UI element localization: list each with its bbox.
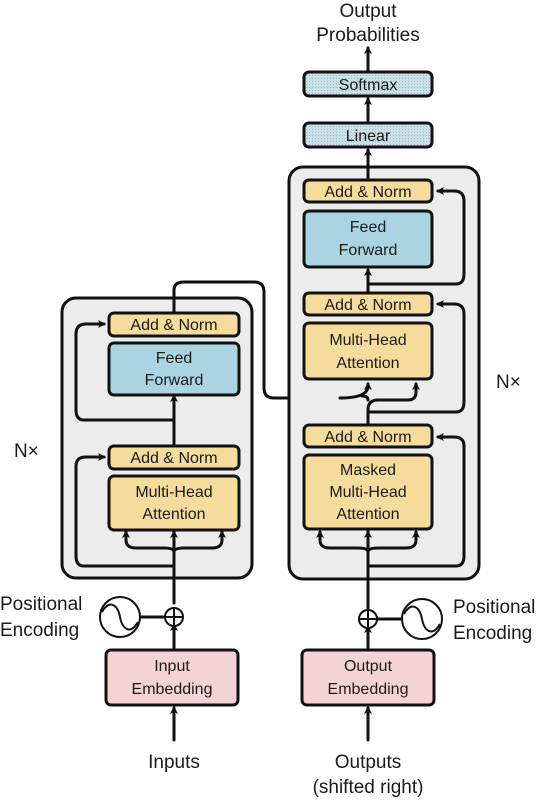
svg-text:Add & Norm: Add & Norm xyxy=(130,450,217,467)
svg-text:Add & Norm: Add & Norm xyxy=(324,429,411,446)
output-probabilities-label: Output xyxy=(339,1,397,22)
encoder-input-embedding: Input Embedding xyxy=(104,648,240,707)
svg-text:Softmax: Softmax xyxy=(339,77,398,94)
encoder-positional-encoding: Positional Encoding xyxy=(0,594,184,641)
decoder-add-norm-top: Add & Norm xyxy=(302,178,434,204)
svg-text:Embedding: Embedding xyxy=(328,681,409,698)
svg-text:Embedding: Embedding xyxy=(132,681,213,698)
encoder-inputs-label: Inputs xyxy=(148,752,200,773)
decoder-add-norm-bottom: Add & Norm xyxy=(302,423,434,449)
encoder-repeat-label: N× xyxy=(14,441,39,462)
decoder-feed-forward: Feed Forward xyxy=(302,209,434,269)
svg-text:Attention: Attention xyxy=(336,355,399,372)
softmax-layer: Softmax xyxy=(302,70,434,98)
encoder-add-norm-top: Add & Norm xyxy=(107,311,241,338)
svg-text:Add & Norm: Add & Norm xyxy=(130,317,217,334)
decoder-positional-encoding: Positional Encoding xyxy=(358,597,535,644)
svg-text:Output: Output xyxy=(344,658,393,675)
svg-text:Multi-Head: Multi-Head xyxy=(329,484,406,501)
decoder-multi-head-attention: Multi-Head Attention xyxy=(302,321,434,381)
svg-text:Attention: Attention xyxy=(336,506,399,523)
svg-text:Forward: Forward xyxy=(145,372,204,389)
decoder-add-norm-mid: Add & Norm xyxy=(302,291,434,317)
svg-text:Positional: Positional xyxy=(453,597,535,618)
svg-text:Feed: Feed xyxy=(156,350,192,367)
decoder-repeat-label: N× xyxy=(496,372,521,393)
svg-text:Feed: Feed xyxy=(350,219,386,236)
svg-text:Multi-Head: Multi-Head xyxy=(329,332,406,349)
decoder-output-embedding: Output Embedding xyxy=(300,648,436,707)
decoder-outputs-label: Outputs xyxy=(335,752,402,773)
encoder-multi-head-attention: Multi-Head Attention xyxy=(107,474,241,532)
transformer-diagram: N× Add & Norm Feed Forward Add & Norm Mu… xyxy=(0,1,535,798)
svg-text:Linear: Linear xyxy=(346,128,391,145)
svg-text:Input: Input xyxy=(154,658,190,675)
decoder-masked-multi-head-attention: Masked Multi-Head Attention xyxy=(302,453,434,531)
svg-text:Encoding: Encoding xyxy=(0,620,79,641)
encoder-add-norm-bottom: Add & Norm xyxy=(107,444,241,471)
decoder-outputs-sublabel: (shifted right) xyxy=(313,777,424,798)
linear-layer: Linear xyxy=(302,121,434,149)
output-probabilities-sublabel: Probabilities xyxy=(316,25,420,46)
svg-text:Positional: Positional xyxy=(0,594,82,615)
svg-text:Encoding: Encoding xyxy=(453,623,532,644)
svg-text:Multi-Head: Multi-Head xyxy=(135,484,212,501)
svg-text:Forward: Forward xyxy=(339,242,398,259)
svg-text:Attention: Attention xyxy=(142,506,205,523)
svg-text:Masked: Masked xyxy=(340,462,396,479)
encoder-feed-forward: Feed Forward xyxy=(107,341,241,397)
svg-text:Add & Norm: Add & Norm xyxy=(324,297,411,314)
svg-text:Add & Norm: Add & Norm xyxy=(324,184,411,201)
